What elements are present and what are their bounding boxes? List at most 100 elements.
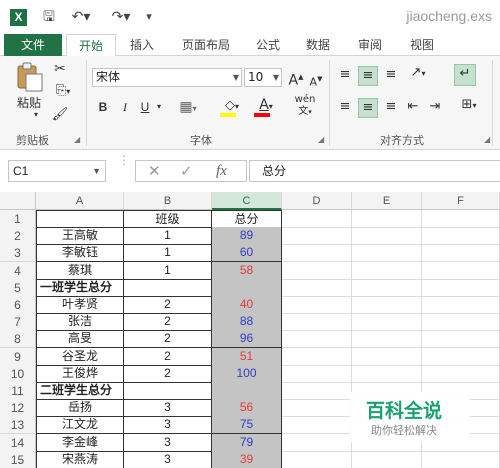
name-cell[interactable]: 王高敏 (36, 227, 124, 245)
align-bottom-icon[interactable]: ≡ (382, 66, 400, 84)
empty-cell[interactable] (282, 313, 352, 331)
empty-cell[interactable] (352, 210, 422, 228)
empty-cell[interactable] (422, 330, 500, 348)
row-header[interactable]: 14 (0, 434, 36, 452)
empty-cell[interactable] (282, 262, 352, 280)
score-cell[interactable]: 39 (212, 451, 282, 468)
empty-cell[interactable] (422, 279, 500, 297)
clipboard-launcher-icon[interactable]: ◢ (74, 135, 80, 144)
empty-cell[interactable] (282, 451, 352, 468)
class-cell[interactable]: 1 (124, 262, 212, 280)
empty-cell[interactable] (422, 451, 500, 468)
name-cell[interactable]: 张洁 (36, 313, 124, 331)
column-header-f[interactable]: F (422, 192, 500, 210)
empty-cell[interactable] (282, 416, 352, 434)
column-header-d[interactable]: D (282, 192, 352, 210)
name-cell[interactable]: 李金峰 (36, 434, 124, 452)
class-cell[interactable]: 2 (124, 296, 212, 314)
font-color-button[interactable]: A▾ (252, 96, 280, 117)
row-header[interactable]: 2 (0, 227, 36, 245)
score-cell[interactable] (212, 382, 282, 400)
class-cell[interactable]: 班级 (124, 210, 212, 228)
class-cell[interactable] (124, 279, 212, 297)
format-painter-icon[interactable]: 🖌 (50, 106, 70, 124)
subtotal-label-cell[interactable]: 二班学生总分 (36, 382, 124, 400)
class-cell[interactable]: 2 (124, 348, 212, 366)
decrease-indent-icon[interactable]: ⇤ (404, 98, 422, 116)
tab-view[interactable]: 视图 (402, 34, 442, 56)
empty-cell[interactable] (422, 210, 500, 228)
bold-button[interactable]: B (96, 98, 110, 116)
name-cell[interactable]: 谷圣龙 (36, 348, 124, 366)
customize-quick-access-icon[interactable]: ▾ (142, 8, 156, 26)
score-cell[interactable]: 56 (212, 399, 282, 417)
paste-dropdown-icon[interactable]: ▾ (30, 106, 42, 124)
tab-review[interactable]: 审阅 (350, 34, 390, 56)
empty-cell[interactable] (352, 365, 422, 383)
row-header[interactable]: 13 (0, 416, 36, 434)
name-cell[interactable]: 江文龙 (36, 416, 124, 434)
empty-cell[interactable] (282, 365, 352, 383)
row-header[interactable]: 1 (0, 210, 36, 228)
empty-cell[interactable] (282, 244, 352, 262)
class-cell[interactable]: 2 (124, 365, 212, 383)
column-header-a[interactable]: A (36, 192, 124, 210)
name-cell[interactable]: 李敏钰 (36, 244, 124, 262)
row-header[interactable]: 5 (0, 279, 36, 297)
orientation-icon[interactable]: ↗▾ (404, 64, 432, 83)
row-header[interactable]: 9 (0, 348, 36, 366)
cut-icon[interactable]: ✂ (50, 60, 70, 78)
name-cell[interactable]: 宋燕涛 (36, 451, 124, 468)
row-header[interactable]: 4 (0, 262, 36, 280)
tab-page-layout[interactable]: 页面布局 (174, 34, 238, 56)
align-left-icon[interactable]: ≡ (336, 98, 354, 116)
empty-cell[interactable] (422, 244, 500, 262)
row-header[interactable]: 6 (0, 296, 36, 314)
empty-cell[interactable] (422, 348, 500, 366)
score-cell[interactable]: 79 (212, 434, 282, 452)
score-cell[interactable]: 75 (212, 416, 282, 434)
row-header[interactable]: 7 (0, 313, 36, 331)
name-cell[interactable]: 王俊烨 (36, 365, 124, 383)
score-cell[interactable]: 总分 (212, 210, 282, 228)
cancel-icon[interactable]: ✕ (148, 161, 161, 181)
italic-button[interactable]: I (118, 98, 132, 116)
score-cell[interactable]: 100 (212, 365, 282, 383)
row-header[interactable]: 10 (0, 365, 36, 383)
wrap-text-icon[interactable]: ↵ (454, 64, 476, 86)
empty-cell[interactable] (422, 262, 500, 280)
subtotal-label-cell[interactable]: 一班学生总分 (36, 279, 124, 297)
increase-indent-icon[interactable]: ⇥ (426, 98, 444, 116)
name-cell[interactable]: 蔡琪 (36, 262, 124, 280)
copy-icon[interactable]: ⎘▾ (50, 82, 76, 101)
empty-cell[interactable] (352, 227, 422, 245)
alignment-launcher-icon[interactable]: ◢ (484, 135, 490, 144)
align-top-icon[interactable]: ≡ (336, 66, 354, 84)
more-options-icon[interactable]: ⋮ (118, 150, 130, 170)
paste-button[interactable] (14, 62, 44, 92)
name-cell[interactable]: 叶孝贤 (36, 296, 124, 314)
merge-center-icon[interactable]: ⊞▾ (454, 96, 484, 115)
class-cell[interactable]: 2 (124, 313, 212, 331)
align-right-icon[interactable]: ≡ (382, 98, 400, 116)
empty-cell[interactable] (422, 296, 500, 314)
empty-cell[interactable] (282, 399, 352, 417)
class-cell[interactable]: 3 (124, 416, 212, 434)
insert-function-icon[interactable]: fx (216, 161, 227, 181)
row-header[interactable]: 11 (0, 382, 36, 400)
row-header[interactable]: 8 (0, 330, 36, 348)
tab-data[interactable]: 数据 (298, 34, 338, 56)
column-header-b[interactable]: B (124, 192, 212, 210)
undo-icon[interactable]: ↶▾ (66, 8, 96, 26)
tab-home[interactable]: 开始 (66, 34, 116, 57)
font-size-select[interactable]: 10 ▼ (244, 68, 282, 87)
tab-file[interactable]: 文件 (4, 34, 62, 56)
score-cell[interactable]: 51 (212, 348, 282, 366)
empty-cell[interactable] (282, 227, 352, 245)
row-header[interactable]: 12 (0, 399, 36, 417)
formula-input[interactable]: 总分 (249, 160, 500, 182)
empty-cell[interactable] (352, 262, 422, 280)
column-header-c[interactable]: C (212, 192, 282, 210)
name-cell[interactable]: 岳扬 (36, 399, 124, 417)
score-cell[interactable] (212, 279, 282, 297)
